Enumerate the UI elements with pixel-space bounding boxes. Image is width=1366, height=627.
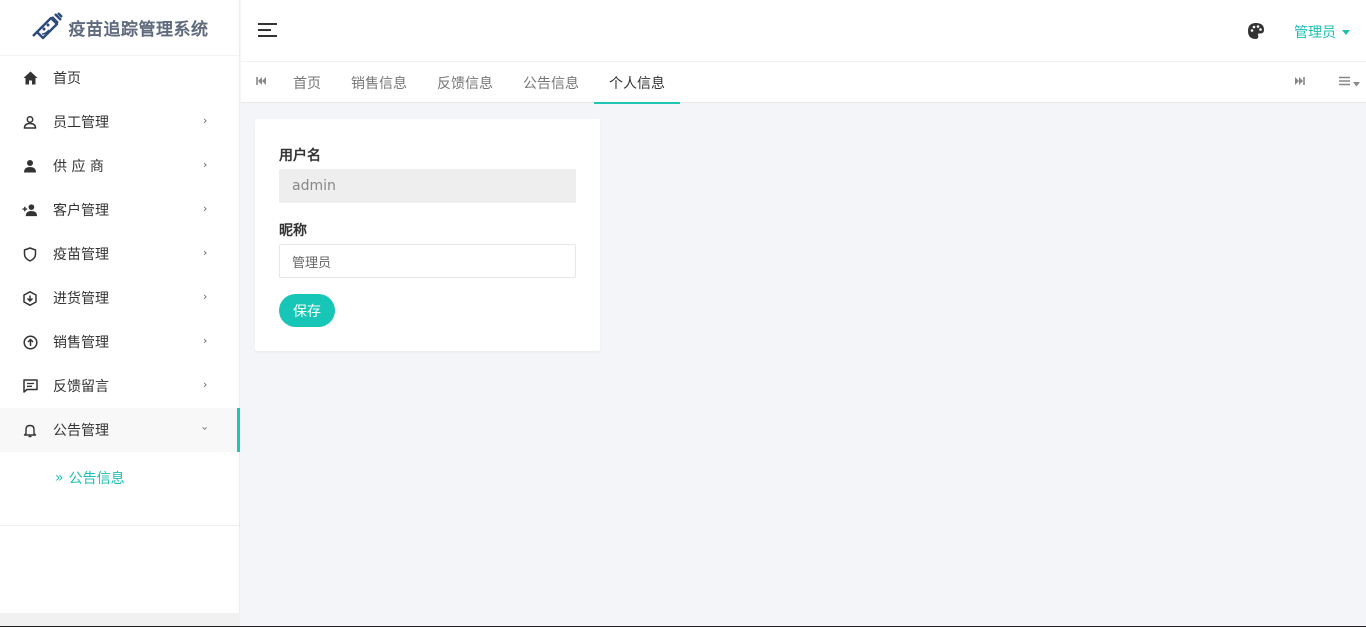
app-logo[interactable]: 疫苗追踪管理系统	[0, 0, 239, 56]
sidebar-item-feedback[interactable]: 反馈留言 ›	[0, 364, 239, 408]
sidebar-item-label: 客户管理	[53, 203, 109, 219]
message-icon	[22, 378, 38, 394]
sidebar-item-home[interactable]: 首页	[0, 56, 239, 100]
sidebar-item-label: 疫苗管理	[53, 247, 109, 263]
tab-sales-info[interactable]: 销售信息	[336, 62, 422, 103]
tab-feedback-info[interactable]: 反馈信息	[422, 62, 508, 103]
nickname-field[interactable]	[279, 244, 576, 278]
chevron-right-icon: ›	[203, 334, 208, 347]
sidebar-item-sales[interactable]: 销售管理 ›	[0, 320, 239, 364]
sidebar-item-staff[interactable]: 员工管理 ›	[0, 100, 239, 144]
username-field[interactable]	[279, 169, 576, 203]
double-chevron-icon: »	[55, 470, 64, 486]
chevron-right-icon: ›	[203, 202, 208, 215]
username-label: 用户名	[279, 148, 321, 164]
tab-scroll-right-icon[interactable]	[1294, 75, 1306, 91]
sidebar-item-customer[interactable]: 客户管理 ›	[0, 188, 239, 232]
nickname-label: 昵称	[279, 223, 307, 239]
sidebar-item-label: 进货管理	[53, 291, 109, 307]
app-title: 疫苗追踪管理系统	[68, 20, 209, 40]
shield-icon	[22, 246, 38, 262]
sidebar-item-label: 反馈留言	[53, 379, 109, 395]
tabs: 首页 销售信息 反馈信息 公告信息 个人信息	[278, 62, 680, 104]
bell-icon	[22, 422, 38, 438]
user-outline-icon	[22, 114, 38, 130]
tab-bar: 首页 销售信息 反馈信息 公告信息 个人信息	[241, 62, 1366, 104]
caret-down-icon	[1342, 29, 1350, 35]
home-icon	[22, 70, 38, 86]
chevron-right-icon: ›	[203, 290, 208, 303]
palette-icon[interactable]	[1247, 22, 1265, 44]
personal-info-form: 用户名 昵称 保存	[255, 119, 600, 351]
syringe-logo-icon	[31, 10, 65, 46]
menu-toggle-icon[interactable]	[257, 22, 278, 42]
chevron-right-icon: ›	[203, 114, 208, 127]
sidebar-item-label: 供 应 商	[53, 159, 104, 175]
box-down-icon	[22, 290, 38, 306]
sidebar-menu: 首页 员工管理 › 供 应 商 › 客户管理 › 疫苗管理 › 进货管理 › 销…	[0, 56, 240, 452]
sidebar-item-supplier[interactable]: 供 应 商 ›	[0, 144, 239, 188]
top-header: 管理员	[241, 0, 1366, 62]
upload-circle-icon	[22, 334, 38, 350]
tab-personal-info[interactable]: 个人信息	[594, 62, 680, 104]
tab-home[interactable]: 首页	[278, 62, 336, 103]
person-icon	[22, 158, 38, 174]
save-button[interactable]: 保存	[279, 294, 335, 327]
chevron-right-icon: ›	[203, 378, 208, 391]
announcement-submenu: » 公告信息	[0, 452, 239, 526]
submenu-item-label: 公告信息	[68, 471, 125, 487]
submenu-item-announcement-info[interactable]: » 公告信息	[55, 468, 125, 488]
user-menu[interactable]: 管理员	[1294, 22, 1350, 42]
sidebar-item-label: 员工管理	[53, 115, 109, 131]
sidebar-item-purchase[interactable]: 进货管理 ›	[0, 276, 239, 320]
sidebar: 疫苗追踪管理系统 首页 员工管理 › 供 应 商 › 客户管理 › 疫苗管理 ›…	[0, 0, 240, 627]
sidebar-item-label: 首页	[53, 71, 81, 87]
sidebar-item-label: 公告管理	[53, 423, 109, 439]
user-name: 管理员	[1294, 25, 1336, 41]
tab-scroll-left-icon[interactable]	[255, 75, 267, 91]
chevron-right-icon: ›	[203, 246, 208, 259]
tab-options-icon[interactable]	[1338, 75, 1360, 87]
sidebar-footer	[0, 613, 240, 627]
sidebar-item-vaccine[interactable]: 疫苗管理 ›	[0, 232, 239, 276]
sidebar-item-announcement[interactable]: 公告管理 ›	[0, 408, 240, 452]
chevron-down-icon: ›	[198, 426, 212, 431]
person-add-icon	[22, 202, 38, 218]
sidebar-item-label: 销售管理	[53, 335, 109, 351]
tab-announcement-info[interactable]: 公告信息	[508, 62, 594, 103]
chevron-right-icon: ›	[203, 158, 208, 171]
